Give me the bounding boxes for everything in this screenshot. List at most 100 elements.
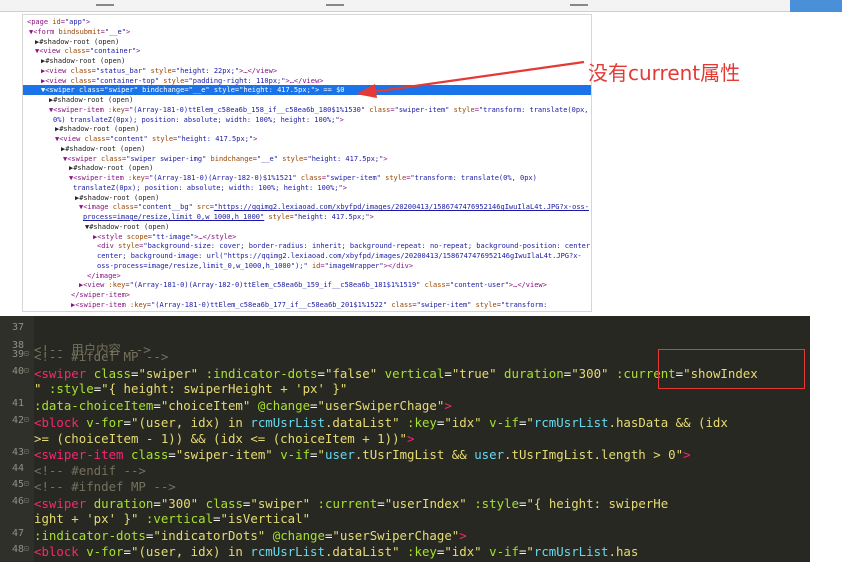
dom-node-line[interactable]: oss-process=image/resize,limit_0,w_1000,… bbox=[23, 261, 591, 271]
dom-node-line[interactable]: center; background-image: url("https://q… bbox=[23, 251, 591, 261]
dom-node-line[interactable]: ▼#shadow-root (open) bbox=[23, 222, 591, 232]
dom-token: ▶<swiper-item bbox=[71, 300, 131, 309]
dom-node-line[interactable]: ▶#shadow-root (open) bbox=[23, 163, 591, 173]
dom-token: ▼<form bbox=[29, 27, 59, 36]
fold-toggle-icon[interactable]: ⊟ bbox=[24, 544, 29, 553]
dom-node-line[interactable]: ▶#shadow-root (open) bbox=[23, 124, 591, 134]
dom-node-line[interactable]: ▼<view class="container"> bbox=[23, 46, 591, 56]
dom-token: center; background-image: url("https://q… bbox=[97, 252, 582, 260]
dom-node-line[interactable]: 0%) translateZ(0px); position: absolute;… bbox=[23, 115, 591, 125]
dom-node-line[interactable]: ▶#shadow-root (open) bbox=[23, 193, 591, 203]
fold-toggle-icon[interactable]: ⊟ bbox=[24, 349, 29, 358]
dom-token: :key bbox=[108, 281, 126, 290]
dom-token: "status_bar" bbox=[95, 66, 151, 75]
code-text: <!-- #ifndef MP --> bbox=[34, 479, 176, 494]
dom-token: style bbox=[213, 86, 235, 95]
fold-toggle-icon[interactable]: ⊟ bbox=[24, 447, 29, 456]
dom-token: bindchange bbox=[142, 86, 185, 95]
code-token: > bbox=[459, 528, 467, 543]
dom-token: "(Array-181-0)(Array-182-0)$1%1521" bbox=[149, 174, 301, 182]
code-token: "swiper" bbox=[250, 496, 318, 511]
code-text: >= (choiceItem - 1)) && (idx <= (choiceI… bbox=[34, 431, 414, 446]
code-token: " bbox=[526, 544, 534, 559]
dom-token: ></div> bbox=[383, 261, 414, 270]
fold-toggle-icon[interactable]: ⊟ bbox=[24, 415, 29, 424]
dom-token: class bbox=[369, 105, 391, 114]
dom-node-line[interactable]: </swiper-item> bbox=[23, 290, 591, 300]
dom-token: class bbox=[78, 86, 101, 95]
tab-segment[interactable] bbox=[570, 0, 588, 11]
dom-token: > bbox=[383, 154, 388, 163]
dom-node-line[interactable]: process=image/resize,limit_0,w_1000,h_10… bbox=[23, 212, 591, 222]
dom-node-line[interactable]: <div style="background-size: cover; bord… bbox=[23, 241, 591, 251]
dom-token: > bbox=[86, 18, 91, 26]
dom-token: "padding-right: 110px;" bbox=[188, 76, 286, 85]
dom-token: "https://qqimg2.lexiaoad.com/xbyfpd/imag… bbox=[213, 203, 589, 212]
dom-node-line[interactable]: ▼<swiper class="swiper swiper-img" bindc… bbox=[23, 154, 591, 164]
dom-node-line[interactable]: ▼<swiper-item :key="(Array-181-0)ttElem_… bbox=[23, 105, 591, 115]
dom-node-line[interactable]: ▶#shadow-root (open) bbox=[23, 37, 591, 47]
dom-node-line[interactable]: ▶#shadow-root (open) bbox=[23, 56, 591, 66]
code-token: "choiceItem" bbox=[160, 398, 258, 413]
dom-node-line[interactable]: ▼<view class="content" style="height: 41… bbox=[23, 134, 591, 144]
code-token: .hasData && (idx bbox=[608, 415, 728, 430]
dom-token: "height: 417.5px;" bbox=[177, 135, 254, 143]
dom-token: "(Array-181-0)(Array-182-0)ttElem_c58ea6… bbox=[129, 281, 425, 290]
code-token: > bbox=[407, 431, 415, 446]
dom-token: style bbox=[151, 135, 174, 143]
dom-node-line[interactable]: ▶#shadow-root (open) bbox=[23, 144, 591, 154]
code-token: :style bbox=[48, 381, 94, 396]
dom-token: src bbox=[197, 203, 210, 212]
active-tab-accent[interactable] bbox=[790, 0, 842, 12]
dom-token: "app" bbox=[64, 18, 87, 26]
code-token: .dataList" bbox=[324, 415, 408, 430]
dom-token: ▶<view bbox=[41, 66, 71, 75]
code-token: = bbox=[317, 366, 325, 381]
dom-token: translateZ(0px); position: absolute; wid… bbox=[73, 183, 343, 192]
dom-token: class bbox=[100, 154, 123, 163]
fold-toggle-icon[interactable]: ⊟ bbox=[24, 479, 29, 488]
code-text: <!-- #endif --> bbox=[34, 463, 146, 478]
dom-node-line[interactable]: ▶<style scope="tt-image">…</style> bbox=[23, 232, 591, 242]
code-token: .has bbox=[608, 544, 639, 559]
dom-token: "swiper-item" bbox=[394, 105, 454, 114]
dom-token: "__e" bbox=[188, 86, 214, 95]
dom-token: >…</view> bbox=[285, 76, 324, 85]
line-number: 47 bbox=[11, 528, 24, 539]
dom-node-line[interactable]: ▶#shadow-root (open) bbox=[23, 95, 591, 105]
dom-node-line[interactable]: ▶<swiper-item :key="(Array-181-0)ttElem_… bbox=[23, 300, 591, 310]
dom-node-line[interactable]: ▼<form bindsubmit="__e"> bbox=[23, 27, 591, 37]
dom-node-line[interactable]: translateZ(0px); position: absolute; wid… bbox=[23, 183, 591, 193]
dom-token: "content__bg" bbox=[138, 203, 198, 212]
dom-node-line[interactable]: ▶<view :key="(Array-181-0)(Array-182-0)t… bbox=[23, 280, 591, 290]
code-token: "(user, idx) in bbox=[131, 544, 251, 559]
code-token: "(user, idx) in bbox=[131, 415, 251, 430]
code-token: = bbox=[123, 415, 131, 430]
code-token: "userIndex" bbox=[384, 496, 475, 511]
dom-token: :key bbox=[130, 300, 147, 309]
code-text: <swiper-item class="swiper-item" v-if="u… bbox=[34, 447, 691, 462]
dom-token: ▼<swiper bbox=[63, 154, 101, 163]
fold-toggle-icon[interactable]: ⊟ bbox=[24, 496, 29, 505]
code-token: v-for bbox=[86, 415, 124, 430]
tab-segment[interactable] bbox=[326, 0, 344, 11]
dom-token: ▼<image bbox=[79, 203, 113, 212]
code-token: = bbox=[123, 544, 131, 559]
dom-node-line[interactable]: ▼<swiper-item :key="(Array-181-0)(Array-… bbox=[23, 173, 591, 183]
dom-node-line[interactable]: </image> bbox=[23, 271, 591, 281]
dom-node-line[interactable]: ▼<image class="content__bg" src="https:/… bbox=[23, 202, 591, 212]
code-text: :indicator-dots="indicatorDots" @change=… bbox=[34, 528, 467, 543]
dom-token: >…</view> bbox=[508, 281, 547, 290]
dom-node-line[interactable]: ▶<view class="container-top" style="padd… bbox=[23, 76, 591, 86]
code-token: :data-choiceItem bbox=[34, 398, 154, 413]
tab-segment[interactable] bbox=[96, 0, 114, 11]
dom-node-line[interactable]: ▶<view class="status_bar" style="height:… bbox=[23, 66, 591, 76]
dom-token: "swiper-item" bbox=[326, 174, 386, 182]
dom-token: ▶<view bbox=[41, 76, 71, 85]
dom-node-selected[interactable]: ▼<swiper class="swiper" bindchange="__e"… bbox=[23, 85, 591, 96]
fold-toggle-icon[interactable]: ⊟ bbox=[24, 366, 29, 375]
code-token: "userSwiperChage" bbox=[332, 528, 460, 543]
dom-token: "(Array-181-0)ttElem_c58ea6b_177_if__c58… bbox=[151, 300, 392, 309]
dom-node-line[interactable]: <page id="app"> bbox=[23, 17, 591, 27]
code-token: :key bbox=[407, 415, 437, 430]
